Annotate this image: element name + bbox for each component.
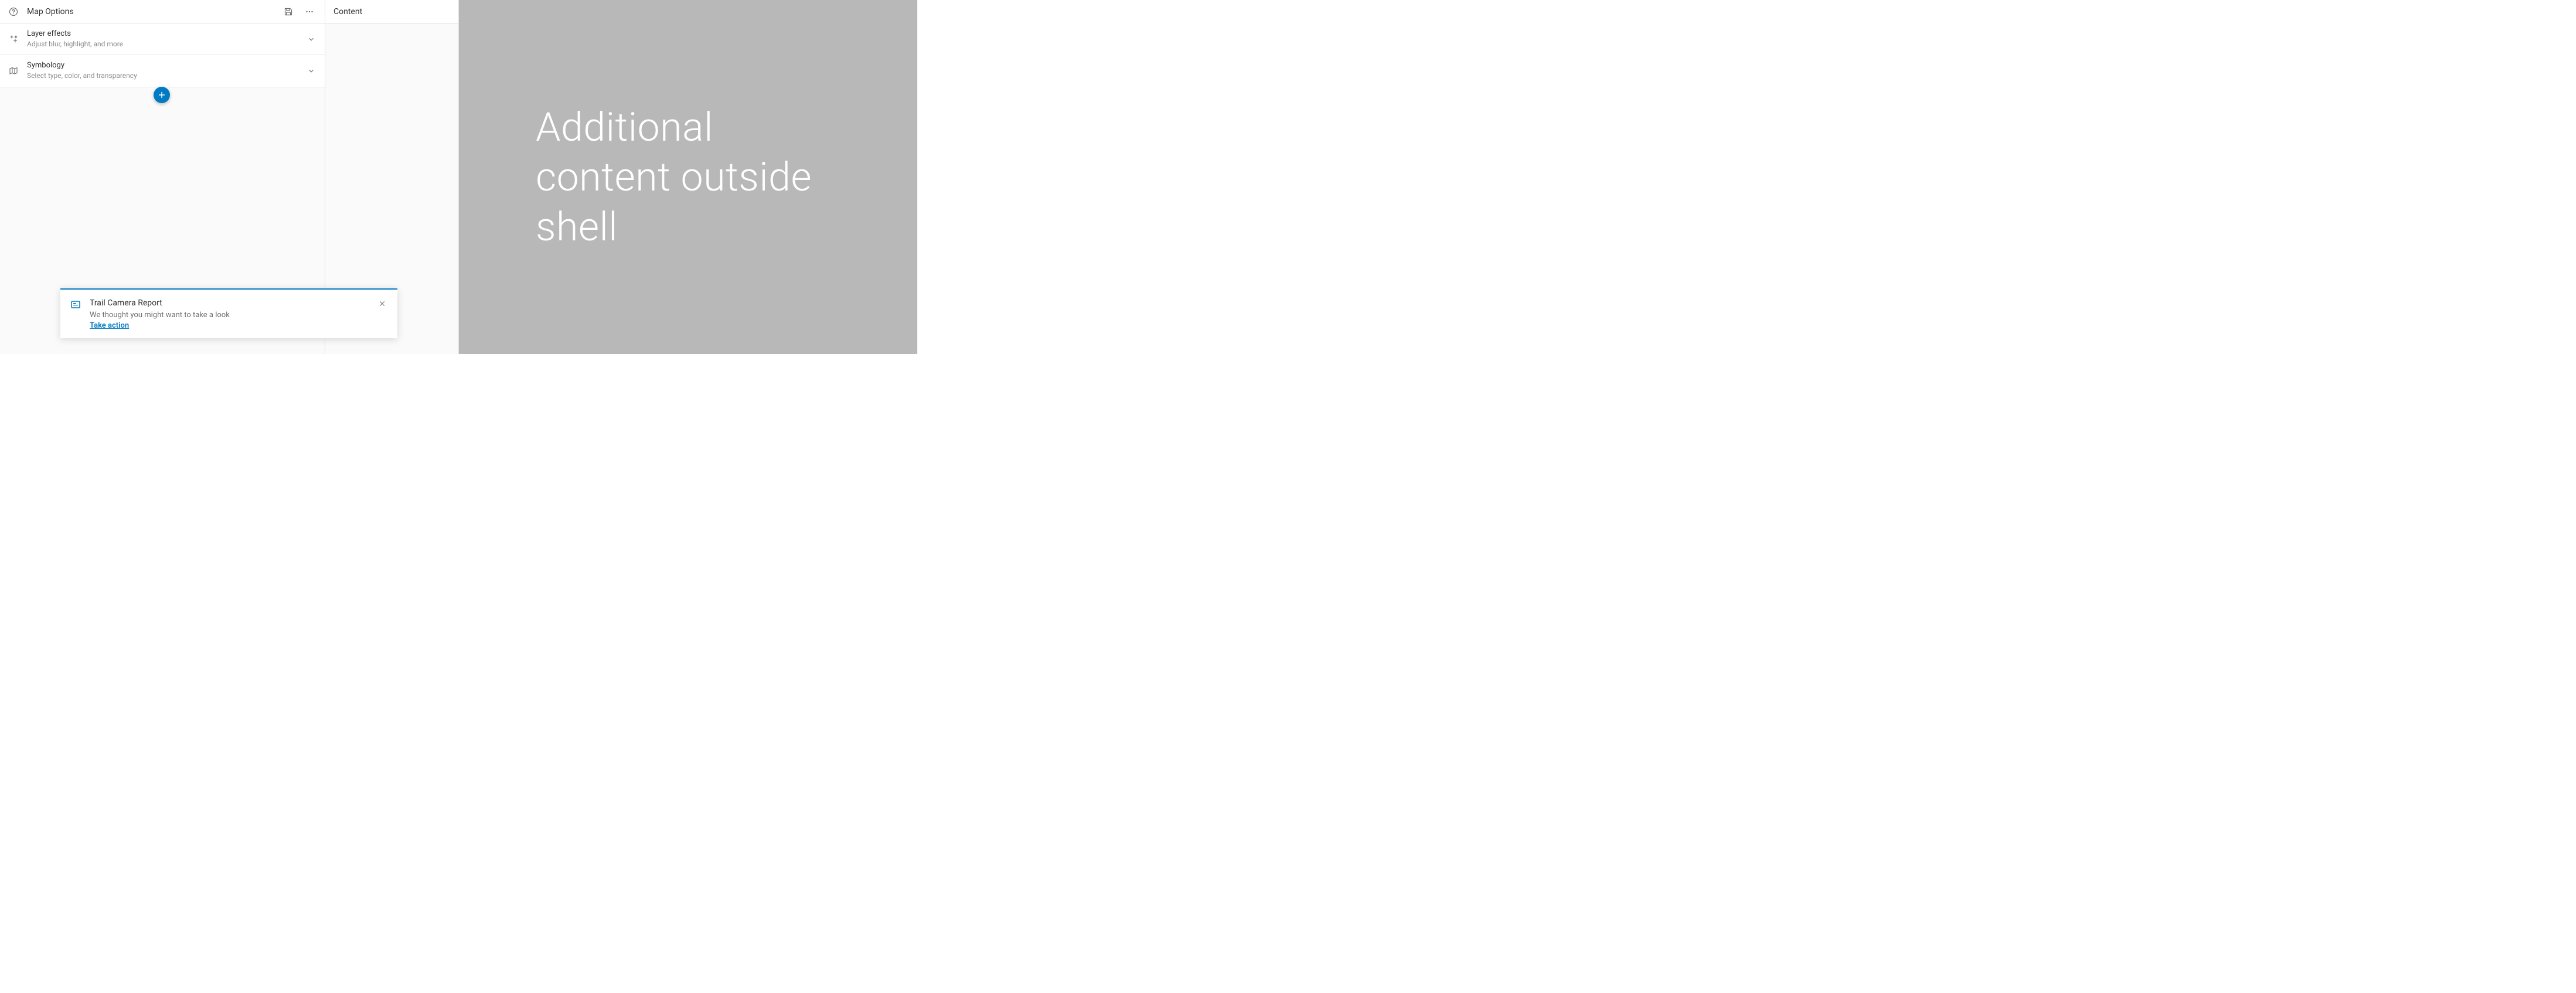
- option-text: Symbology Select type, color, and transp…: [27, 61, 306, 80]
- notice-action-link[interactable]: Take action: [90, 321, 129, 330]
- panel-title: Map Options: [27, 7, 279, 16]
- add-button[interactable]: [154, 87, 170, 103]
- notice-message: We thought you might want to take a look: [90, 310, 370, 321]
- option-title: Layer effects: [27, 29, 306, 39]
- outside-text: Additional content outside shell: [536, 103, 840, 252]
- notice-title: Trail Camera Report: [90, 298, 370, 310]
- sparkle-icon: [8, 34, 19, 45]
- save-button[interactable]: [279, 2, 298, 21]
- content-title: Content: [334, 7, 362, 16]
- chevron-down-icon: [306, 66, 317, 76]
- option-list: Layer effects Adjust blur, highlight, an…: [0, 23, 325, 87]
- help-icon[interactable]: [8, 6, 19, 17]
- option-row-symbology[interactable]: Symbology Select type, color, and transp…: [0, 55, 325, 87]
- content-header: Content: [325, 0, 458, 23]
- chevron-down-icon: [306, 34, 317, 45]
- map-icon: [8, 66, 19, 76]
- notice-body: Trail Camera Report We thought you might…: [90, 298, 370, 330]
- app-shell: Map Options: [0, 0, 459, 354]
- information-icon: [70, 299, 81, 311]
- close-button[interactable]: [376, 298, 388, 310]
- header-actions: [279, 2, 319, 21]
- panel-header: Map Options: [0, 0, 325, 23]
- outside-region: Additional content outside shell: [459, 0, 917, 354]
- option-title: Symbology: [27, 61, 306, 71]
- map-options-panel: Map Options: [0, 0, 325, 354]
- option-subtitle: Select type, color, and transparency: [27, 72, 306, 81]
- option-row-layer-effects[interactable]: Layer effects Adjust blur, highlight, an…: [0, 23, 325, 55]
- more-button[interactable]: [300, 2, 319, 21]
- option-subtitle: Adjust blur, highlight, and more: [27, 40, 306, 49]
- notice-card: Trail Camera Report We thought you might…: [60, 288, 397, 338]
- option-text: Layer effects Adjust blur, highlight, an…: [27, 29, 306, 49]
